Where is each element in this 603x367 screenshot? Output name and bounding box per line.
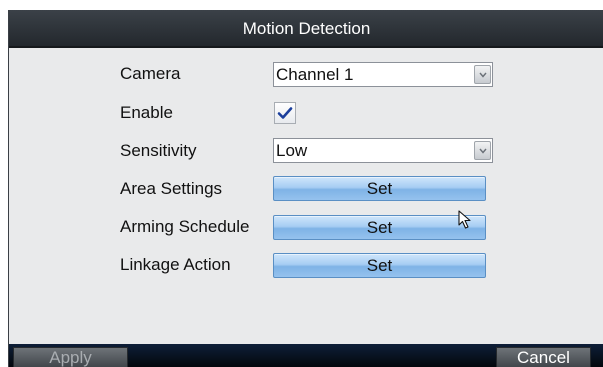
linkage-action-label: Linkage Action <box>120 255 231 274</box>
settings-panel: Camera Channel 1 Enable Sensitivity Low … <box>9 48 603 344</box>
linkage-action-set-button[interactable]: Set <box>273 253 486 278</box>
sensitivity-label: Sensitivity <box>120 141 197 160</box>
mouse-pointer-icon <box>458 210 471 229</box>
checkmark-icon <box>277 107 293 119</box>
camera-select[interactable]: Channel 1 <box>273 62 493 87</box>
enable-checkbox[interactable] <box>274 102 296 124</box>
camera-label: Camera <box>120 64 181 83</box>
area-settings-label: Area Settings <box>120 179 223 198</box>
chevron-down-icon[interactable] <box>474 65 491 84</box>
sensitivity-select-value: Low <box>276 141 308 160</box>
motion-detection-dialog: Motion Detection Camera Channel 1 Enable… <box>8 10 603 367</box>
arming-schedule-label: Arming Schedule <box>120 217 250 236</box>
dialog-footer: Apply Cancel <box>9 344 603 367</box>
cancel-button[interactable]: Cancel <box>496 347 591 367</box>
camera-select-value: Channel 1 <box>276 65 354 84</box>
chevron-down-icon[interactable] <box>474 141 491 160</box>
dialog-title: Motion Detection <box>9 10 603 48</box>
area-settings-set-button[interactable]: Set <box>273 176 486 201</box>
apply-button[interactable]: Apply <box>13 347 128 367</box>
sensitivity-select[interactable]: Low <box>273 138 493 163</box>
arming-schedule-set-button[interactable]: Set <box>273 215 486 240</box>
enable-label: Enable <box>120 103 173 122</box>
